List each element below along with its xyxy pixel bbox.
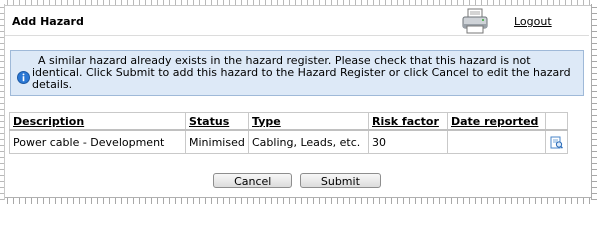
page-title: Add Hazard [12, 15, 84, 28]
cell-risk-factor: 30 [368, 129, 448, 154]
cell-actions [545, 129, 568, 154]
similar-hazards-table: Description Status Type Risk factor Date… [9, 112, 568, 154]
printer-icon[interactable] [461, 8, 489, 34]
torn-edge-right [591, 4, 597, 200]
column-header-date-reported[interactable]: Date reported [447, 112, 546, 131]
view-details-icon[interactable] [550, 136, 563, 149]
duplicate-hazard-notice: A similar hazard already exists in the h… [10, 50, 584, 96]
logout-link[interactable]: Logout [514, 15, 552, 28]
cell-date-reported [447, 129, 546, 154]
column-header-actions [545, 112, 568, 131]
column-header-status[interactable]: Status [185, 112, 249, 131]
table-header-row: Description Status Type Risk factor Date… [9, 112, 568, 131]
submit-button[interactable]: Submit [299, 173, 381, 188]
cell-type: Cabling, Leads, etc. [248, 129, 369, 154]
info-icon [17, 71, 30, 84]
column-header-type[interactable]: Type [248, 112, 369, 131]
notice-text-line-3: details. [32, 78, 73, 91]
table-row: Power cable - Development Minimised Cabl… [9, 129, 568, 154]
page-content: Add Hazard Logout A similar hazard alrea… [5, 5, 589, 197]
cell-status: Minimised [185, 129, 249, 154]
column-header-description[interactable]: Description [9, 112, 186, 131]
column-header-risk-factor[interactable]: Risk factor [368, 112, 448, 131]
form-buttons: Cancel Submit [5, 173, 589, 188]
cancel-button[interactable]: Cancel [213, 173, 293, 188]
cell-description: Power cable - Development [9, 129, 186, 154]
page-header: Add Hazard Logout [5, 5, 589, 36]
torn-edge-bottom [4, 197, 593, 204]
